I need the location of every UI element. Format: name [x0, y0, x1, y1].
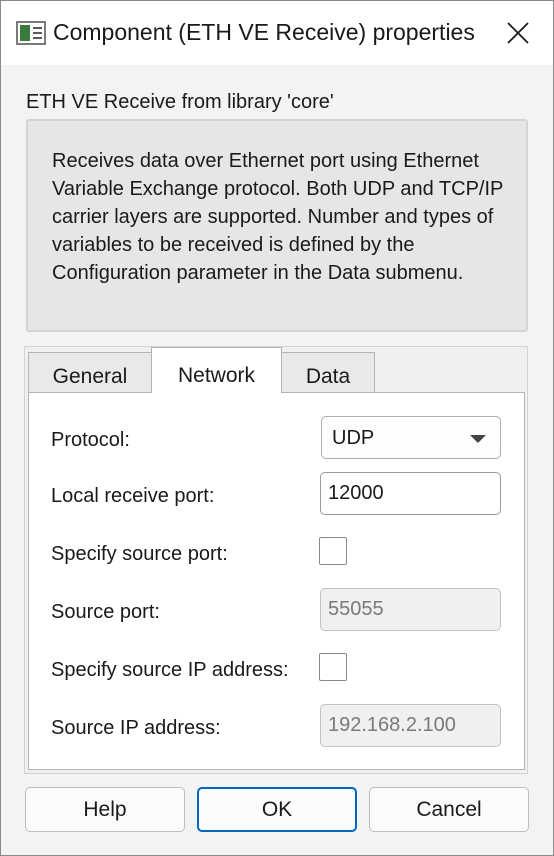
ok-button[interactable]: OK [197, 787, 357, 832]
tab-label: Data [305, 365, 351, 388]
specify-source-ip-checkbox[interactable] [319, 653, 347, 681]
close-button[interactable] [493, 13, 543, 53]
tab-network[interactable]: Network [151, 347, 282, 393]
specify-source-port-checkbox[interactable] [319, 537, 347, 565]
description-text: Receives data over Ethernet port using E… [52, 150, 504, 284]
specify-source-port-label: Specify source port: [51, 543, 228, 565]
source-port-label: Source port: [51, 601, 160, 623]
window-title: Component (ETH VE Receive) properties [53, 19, 475, 45]
library-label: ETH VE Receive from library 'core' [26, 91, 334, 113]
app-icon [16, 21, 46, 45]
protocol-value: UDP [332, 427, 375, 449]
close-icon [507, 22, 529, 44]
tab-label: General [52, 365, 128, 388]
protocol-label: Protocol: [51, 429, 130, 451]
help-button[interactable]: Help [25, 787, 185, 832]
specify-source-ip-label: Specify source IP address: [51, 659, 289, 681]
source-ip-label: Source IP address: [51, 717, 221, 739]
tab-label: Network [177, 364, 256, 387]
source-port-input[interactable]: 55055 [320, 588, 501, 631]
local-port-input[interactable]: 12000 [320, 472, 501, 515]
local-port-label: Local receive port: [51, 485, 215, 507]
source-ip-input[interactable]: 192.168.2.100 [320, 704, 501, 747]
protocol-select[interactable]: UDP [321, 416, 501, 459]
description-box: Receives data over Ethernet port using E… [26, 119, 528, 332]
title-bar: Component (ETH VE Receive) properties [1, 1, 553, 65]
properties-dialog: Component (ETH VE Receive) properties ET… [0, 0, 554, 856]
chevron-down-icon [470, 435, 486, 443]
cancel-button[interactable]: Cancel [369, 787, 529, 832]
tab-data[interactable]: Data [281, 352, 375, 393]
tab-general[interactable]: General [28, 352, 152, 393]
